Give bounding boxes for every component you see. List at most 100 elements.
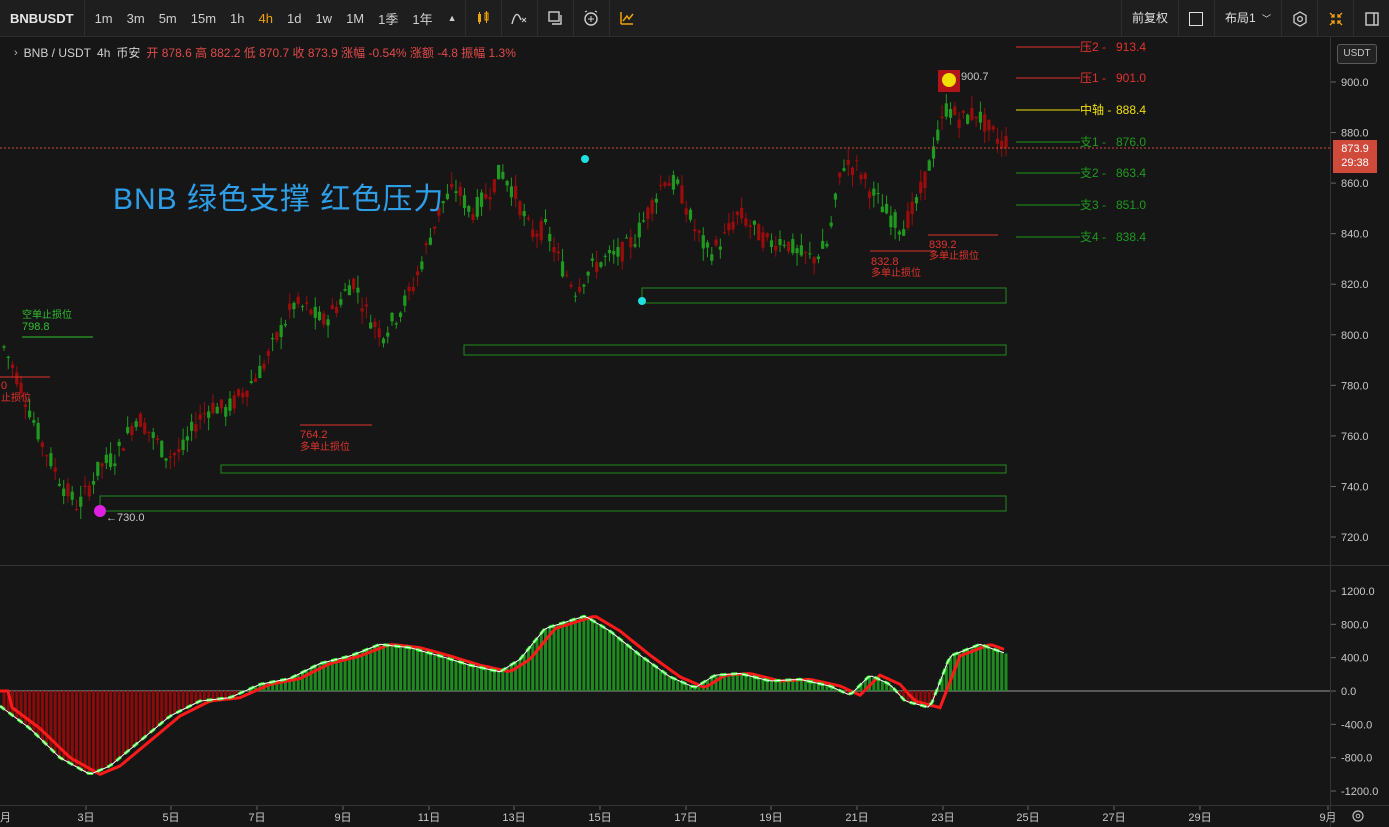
interval-5[interactable]: 4h	[252, 11, 280, 26]
time-tick-13: 29日	[1188, 812, 1211, 824]
macd-bar	[625, 644, 629, 691]
macd-bar	[138, 691, 142, 741]
macd-bar	[787, 679, 791, 691]
candle-body	[936, 129, 940, 141]
support-zone-0	[99, 495, 1007, 512]
candle-body	[309, 309, 313, 315]
chevron-down-icon: ﹀	[1261, 14, 1271, 24]
macd-bar	[254, 686, 258, 691]
interval-9[interactable]: 1季	[371, 9, 405, 28]
macd-bar	[833, 688, 837, 691]
macd-bar	[693, 687, 697, 691]
collapse-icon[interactable]	[1317, 0, 1353, 37]
adjust-button[interactable]: 前复权	[1120, 0, 1178, 37]
time-tick-9: 21日	[845, 812, 868, 824]
drawing-tools-icon[interactable]	[608, 0, 645, 37]
price-tick-9: 720.0	[1341, 532, 1369, 544]
candle-body	[19, 382, 23, 394]
interval-2[interactable]: 5m	[152, 11, 184, 26]
interval-3[interactable]: 15m	[184, 11, 223, 26]
fullscreen-toggle[interactable]	[1177, 0, 1214, 37]
macd-bar	[821, 684, 825, 691]
chevron-right-icon[interactable]: ›	[14, 47, 18, 59]
last-price-label: 873.9 29:38	[1333, 140, 1377, 173]
interval-10[interactable]: 1年	[405, 9, 439, 28]
macd-bar	[57, 691, 61, 758]
macd-bar	[863, 679, 867, 691]
macd-bar	[616, 637, 620, 691]
candle-body	[906, 210, 910, 228]
interval-1[interactable]: 3m	[120, 11, 152, 26]
candle-body	[821, 240, 825, 249]
sidebar-toggle-icon[interactable]	[1353, 0, 1389, 37]
macd-bar	[535, 638, 539, 691]
candle-body	[334, 306, 339, 314]
macd-bar	[548, 627, 552, 691]
candle-body	[735, 211, 739, 216]
candle-body	[595, 262, 599, 272]
macd-bar	[842, 691, 846, 693]
macd-bar	[701, 682, 705, 691]
candle-body	[902, 229, 906, 236]
interval-8[interactable]: 1M	[339, 11, 371, 26]
candle-body	[1000, 140, 1004, 149]
macd-bar	[727, 674, 731, 691]
currency-button[interactable]: USDT	[1337, 44, 1377, 64]
macd-bar	[420, 650, 424, 691]
candle-body	[573, 295, 577, 297]
macd-bar	[1000, 651, 1004, 691]
candle-body	[428, 237, 432, 245]
short-stop-title: 空单止损位	[22, 308, 72, 321]
candle-body	[356, 287, 360, 293]
symbol-selector[interactable]: BNBUSDT	[0, 0, 85, 37]
layout-label: 布局1	[1224, 11, 1256, 25]
macd-bar	[66, 691, 70, 763]
macd-bar	[761, 679, 765, 691]
macd-bar	[381, 644, 385, 691]
candle-body	[415, 271, 420, 276]
macd-tick-2: 400.0	[1341, 653, 1369, 665]
candle-body	[364, 304, 369, 307]
candle-body	[812, 257, 816, 264]
candle-body	[612, 250, 616, 255]
macd-bar	[740, 673, 744, 691]
chart-legend: › BNB / USDT 4h 币安 开 878.6 高 882.2 低 870…	[14, 44, 516, 61]
interval-4[interactable]: 1h	[223, 11, 251, 26]
candle-body	[995, 138, 1000, 144]
interval-6[interactable]: 1d	[280, 11, 308, 26]
macd-bar	[147, 691, 151, 734]
interval-7[interactable]: 1w	[308, 11, 339, 26]
alert-clock-icon[interactable]	[572, 0, 609, 37]
settings-icon[interactable]	[1281, 0, 1317, 37]
macd-bar	[671, 678, 675, 691]
layout-selector[interactable]: 布局1 ﹀	[1213, 0, 1281, 37]
candle-body	[646, 207, 650, 220]
macd-bar	[731, 673, 735, 691]
macd-bar	[313, 665, 317, 691]
level-label-3: 支1 -	[1080, 135, 1106, 149]
level-label-1: 压1 -	[1080, 71, 1106, 85]
macd-bar	[876, 678, 880, 691]
macd-bar	[978, 644, 982, 691]
candle-body	[893, 212, 897, 228]
macd-bar	[164, 691, 168, 720]
candle-body	[987, 119, 991, 131]
macd-bar	[676, 680, 680, 691]
compare-icon[interactable]	[536, 0, 573, 37]
interval-0[interactable]: 1m	[88, 11, 120, 26]
candlestick-type-icon[interactable]	[464, 0, 501, 37]
candle-body	[6, 356, 10, 359]
macd-bar	[300, 672, 304, 691]
macd-bar	[373, 646, 377, 691]
time-tick-8: 19日	[759, 812, 782, 824]
macd-bar	[697, 685, 701, 691]
macd-bar	[637, 654, 641, 691]
indicators-icon[interactable]	[500, 0, 537, 37]
macd-bar	[744, 674, 748, 691]
candle-body	[45, 455, 49, 457]
macd-bar	[292, 676, 296, 691]
candle-body	[654, 198, 658, 203]
interval-dropdown-icon[interactable]: ▲	[440, 13, 465, 23]
macd-bar	[518, 659, 522, 691]
macd-bar	[360, 651, 364, 691]
